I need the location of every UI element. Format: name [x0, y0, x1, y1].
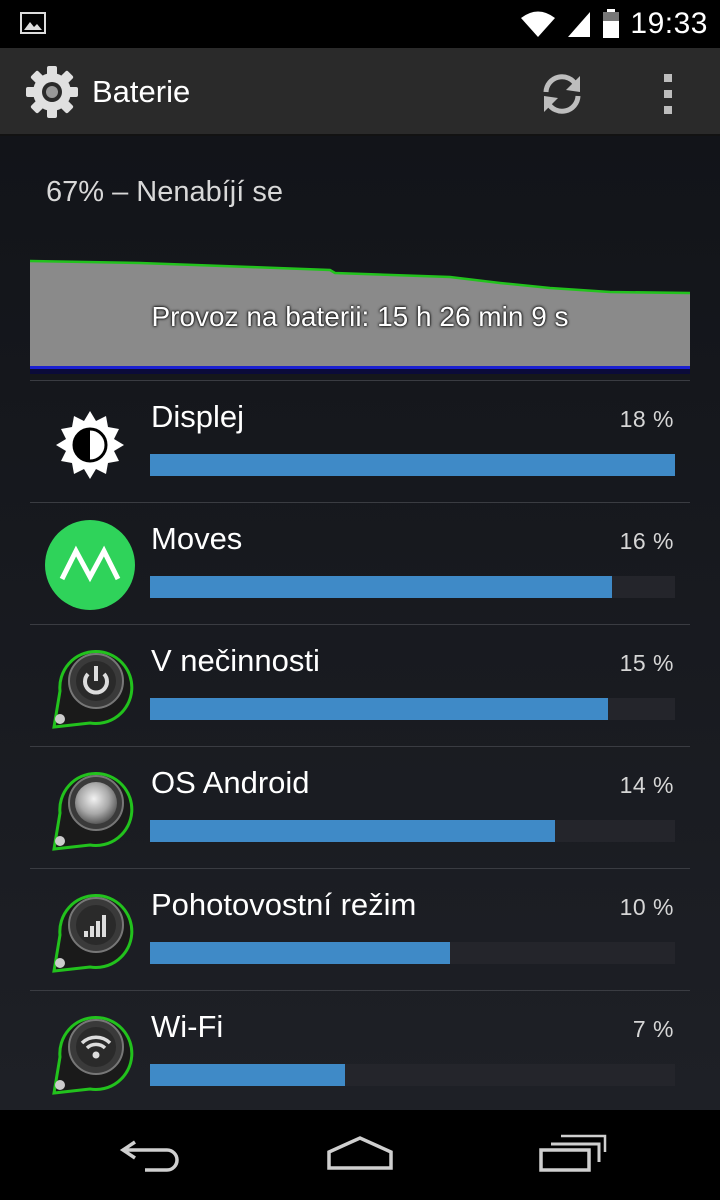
- usage-row-moves[interactable]: Moves 16 %: [0, 503, 720, 625]
- battery-status-text: 67% – Nenabíjí se: [46, 176, 283, 208]
- usage-bar-track: [150, 698, 675, 720]
- usage-bar-fill: [150, 820, 555, 842]
- brightness-icon: [56, 411, 124, 479]
- wifi-icon: [521, 11, 556, 37]
- signal-icon: [568, 12, 591, 37]
- battery-runtime-label: Provoz na baterii: 15 h 26 min 9 s: [151, 301, 569, 332]
- gear-icon[interactable]: [24, 64, 80, 120]
- usage-row-pohotovostni-rezim[interactable]: Pohotovostní režim 10 %: [0, 869, 720, 991]
- back-icon[interactable]: [115, 1130, 185, 1176]
- usage-bar-track: [150, 942, 675, 964]
- usage-bar-fill: [150, 576, 612, 598]
- battery-content: 67% – Nenabíjí se Provoz na baterii: 15 …: [0, 136, 720, 1110]
- status-bar: 19:33: [0, 0, 720, 48]
- usage-bar-track: [150, 576, 675, 598]
- usage-bar-fill: [150, 942, 450, 964]
- navigation-bar: [0, 1110, 720, 1200]
- usage-bar-fill: [150, 1064, 345, 1086]
- usage-row-os-android[interactable]: OS Android 14 %: [0, 747, 720, 869]
- usage-bar-fill: [150, 454, 675, 476]
- usage-label: Displej: [151, 399, 245, 434]
- power-icon: [52, 649, 134, 729]
- usage-bar-fill: [150, 698, 608, 720]
- home-icon[interactable]: [325, 1130, 395, 1176]
- usage-percent: 7 %: [632, 1016, 674, 1042]
- wifi-usage-icon: [52, 1015, 134, 1095]
- usage-list: Displej 18 % Moves 16 % V nečinnosti 15 …: [0, 381, 720, 1110]
- refresh-icon[interactable]: [536, 68, 588, 120]
- standby-signal-icon: [52, 893, 134, 973]
- moves-app-icon: [45, 520, 135, 610]
- usage-bar-track: [150, 454, 675, 476]
- usage-percent: 16 %: [619, 528, 674, 554]
- usage-row-v-necinnosti[interactable]: V nečinnosti 15 %: [0, 625, 720, 747]
- overflow-menu-icon[interactable]: [648, 72, 688, 116]
- battery-icon: [603, 9, 620, 38]
- usage-percent: 14 %: [619, 772, 674, 798]
- status-time: 19:33: [630, 7, 708, 40]
- usage-percent: 15 %: [619, 650, 674, 676]
- page-title: Baterie: [92, 74, 191, 109]
- usage-bar-track: [150, 820, 675, 842]
- usage-percent: 18 %: [619, 406, 674, 432]
- android-os-icon: [52, 771, 134, 851]
- usage-percent: 10 %: [619, 894, 674, 920]
- usage-bar-track: [150, 1064, 675, 1086]
- usage-row-displej[interactable]: Displej 18 %: [0, 381, 720, 503]
- action-bar: Baterie: [0, 48, 720, 136]
- recent-apps-icon[interactable]: [537, 1130, 607, 1176]
- usage-row-wifi[interactable]: Wi-Fi 7 %: [0, 991, 720, 1110]
- usage-label: Pohotovostní režim: [151, 887, 417, 922]
- usage-label: OS Android: [151, 765, 310, 800]
- usage-label: Wi-Fi: [151, 1009, 224, 1044]
- image-notification-icon: [20, 12, 46, 34]
- usage-label: Moves: [151, 521, 243, 556]
- usage-label: V nečinnosti: [151, 643, 320, 678]
